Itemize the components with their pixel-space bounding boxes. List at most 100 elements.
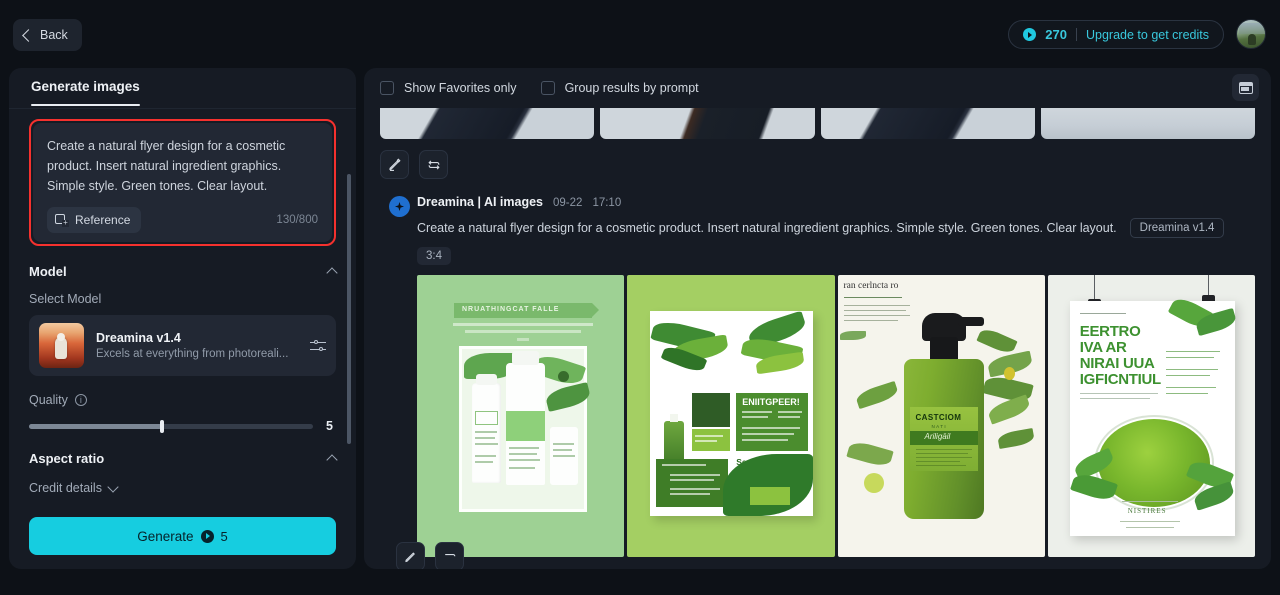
text-line <box>509 447 539 449</box>
poster-headline-3: NIRAI UUA <box>1079 355 1155 372</box>
model-name: Dreamina v1.4 <box>96 331 181 345</box>
result-image-1[interactable]: NRUATHINGCAT FALLE <box>417 275 625 557</box>
model-card[interactable]: Dreamina v1.4 Excels at everything from … <box>29 315 336 376</box>
checkbox-box[interactable] <box>540 81 555 95</box>
image-block <box>692 393 731 427</box>
credit-coin-icon <box>200 529 214 543</box>
flyer-subline <box>465 330 581 333</box>
prompt-input[interactable]: Create a natural flyer design for a cosm… <box>33 123 332 242</box>
reference-label: Reference <box>75 213 131 227</box>
dreamina-sparkle-icon <box>389 196 410 217</box>
pump-nozzle <box>957 317 984 326</box>
prompt-highlight-box: Create a natural flyer design for a cosm… <box>29 119 336 246</box>
model-thumbnail <box>39 323 84 368</box>
credit-details-label: Credit details <box>29 481 102 495</box>
chevron-up-icon[interactable] <box>326 267 338 279</box>
regenerate-button[interactable] <box>419 150 448 179</box>
previous-thumb[interactable] <box>600 108 815 139</box>
checkbox-box[interactable] <box>380 81 394 95</box>
result-image-4[interactable]: EERTRO IVA AR NIRAI UUA IGFICNTIUL NISTI… <box>1047 275 1255 557</box>
poster-bowl-section: NISTIRES <box>1069 403 1236 536</box>
credit-details-toggle[interactable]: Credit details <box>29 481 336 495</box>
aspect-ratio-section-header[interactable]: Aspect ratio <box>29 451 338 466</box>
result-prompt-row: Create a natural flyer design for a cosm… <box>417 218 1255 238</box>
regenerate-button[interactable] <box>435 542 464 569</box>
quality-value: 5 <box>326 419 333 433</box>
quality-slider[interactable] <box>29 419 313 433</box>
character-counter: 130/800 <box>276 214 318 226</box>
sliders-icon[interactable] <box>310 339 326 353</box>
upgrade-link[interactable]: Upgrade to get credits <box>1086 28 1209 42</box>
previous-thumb[interactable] <box>820 108 1035 139</box>
botanical-graphic <box>845 439 894 469</box>
prompt-text: Create a natural flyer design for a cosm… <box>47 139 286 193</box>
results-panel: Show Favorites only Group results by pro… <box>364 68 1271 569</box>
generate-button[interactable]: Generate 5 <box>29 517 336 555</box>
text-line <box>475 443 498 445</box>
add-image-icon: + <box>55 214 69 227</box>
panel-toggle-icon <box>1238 81 1253 94</box>
back-button[interactable]: Back <box>13 19 82 51</box>
bottle-label: CASTCIOM NATI Ariligäil <box>909 407 978 471</box>
chevron-left-icon <box>22 28 35 42</box>
text-line <box>475 431 497 433</box>
info-panel: ENIITGPEER! <box>736 393 809 451</box>
result-ratio-chip: 3:4 <box>417 247 451 265</box>
poster-headline-2: IVA AR <box>1079 339 1127 356</box>
quality-slider-knob[interactable] <box>160 419 165 433</box>
result-image-3[interactable]: ran cerlncta ro CASTCIOM NATI Ariligäil <box>837 275 1045 557</box>
bottle-green-section <box>506 411 545 441</box>
tab-generate-images[interactable]: Generate images <box>31 68 140 106</box>
text-line <box>509 453 537 455</box>
fruit-graphic <box>863 473 884 493</box>
result-block: Dreamina | AI images 09-22 17:10 Create … <box>380 195 1255 569</box>
edit-button[interactable] <box>396 542 425 569</box>
edit-pencil-icon <box>404 551 415 562</box>
back-label: Back <box>40 28 68 42</box>
sidebar-tabs: Generate images <box>9 68 356 109</box>
regenerate-icon <box>444 553 455 556</box>
group-results-checkbox[interactable]: Group results by prompt <box>540 81 699 95</box>
text-line <box>695 435 724 437</box>
botanical-graphic <box>854 380 899 410</box>
prompt-footer: + Reference 130/800 <box>47 207 318 233</box>
user-avatar[interactable] <box>1236 19 1266 49</box>
result-actions <box>396 542 464 569</box>
label-sub: NATI <box>931 424 948 429</box>
botanical-graphic <box>975 325 1018 357</box>
edit-pencil-icon <box>388 158 401 171</box>
label-script: Ariligäil <box>924 432 951 441</box>
previous-result-actions <box>380 150 1255 179</box>
aspect-ratio-title: Aspect ratio <box>29 451 105 466</box>
previous-result-strip[interactable] <box>380 108 1255 139</box>
result-prompt: Create a natural flyer design for a cosm… <box>417 221 1117 235</box>
credits-pill[interactable]: 270 Upgrade to get credits <box>1008 20 1224 49</box>
berry-graphic <box>558 371 569 382</box>
quality-label: Quality <box>29 393 68 407</box>
leaf-graphic <box>839 331 866 340</box>
model-info: Dreamina v1.4 Excels at everything from … <box>96 331 298 360</box>
quality-slider-fill <box>29 423 163 429</box>
flyer-dot <box>517 338 529 341</box>
model-section-header[interactable]: Model <box>29 264 338 279</box>
sidebar-scroll-area: Create a natural flyer design for a cosm… <box>9 119 356 569</box>
poster-footer-text: NISTIRES <box>1127 507 1167 515</box>
show-favorites-checkbox[interactable]: Show Favorites only <box>380 81 517 95</box>
previous-thumb[interactable] <box>1040 108 1255 139</box>
chevron-up-icon[interactable] <box>326 454 338 466</box>
label-title: CASTCIOM <box>915 413 962 422</box>
reference-button[interactable]: + Reference <box>47 207 142 233</box>
poster-headline-1: EERTRO <box>1079 323 1141 340</box>
text-line <box>475 461 493 463</box>
select-model-label: Select Model <box>29 292 102 306</box>
info-icon[interactable]: i <box>74 394 87 406</box>
result-model-chip: Dreamina v1.4 <box>1129 218 1225 238</box>
leaf-graphic <box>544 381 592 413</box>
sidebar-scrollbar[interactable] <box>347 174 351 444</box>
flyer-product-card <box>459 346 592 512</box>
edit-button[interactable] <box>380 150 409 179</box>
result-time: 17:10 <box>592 197 622 209</box>
previous-thumb[interactable] <box>380 108 595 139</box>
panel-toggle-button[interactable] <box>1232 74 1259 101</box>
result-image-2[interactable]: ENIITGPEER! <box>627 275 835 557</box>
